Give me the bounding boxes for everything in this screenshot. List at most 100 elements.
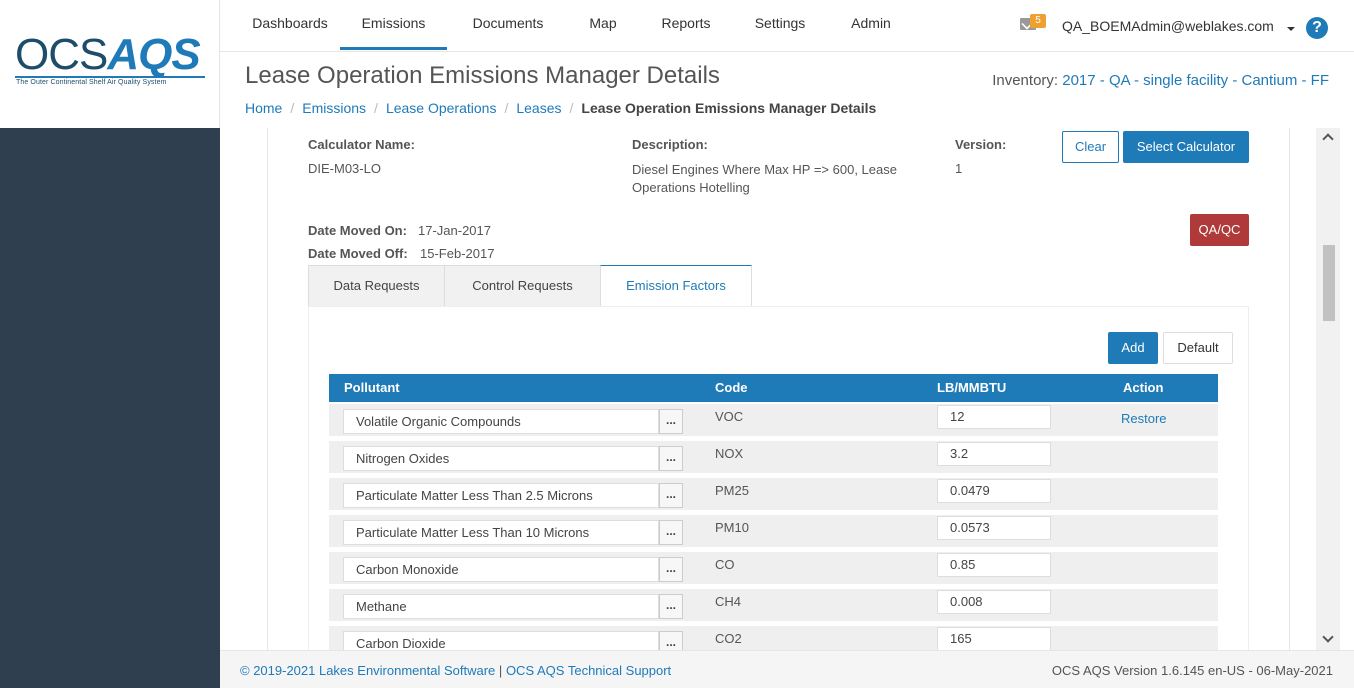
breadcrumb-separator: / [569, 100, 574, 116]
pollutant-browse-button[interactable]: ... [659, 594, 683, 619]
lb-mmbtu-input[interactable]: 0.85 [937, 553, 1051, 577]
table-header: Pollutant Code LB/MMBTU Action [329, 374, 1218, 402]
logo-divider [15, 76, 205, 78]
restore-link[interactable]: Restore [1121, 411, 1167, 426]
vertical-scrollbar[interactable] [1316, 128, 1340, 650]
breadcrumb-emissions[interactable]: Emissions [302, 100, 366, 116]
tab-control-requests[interactable]: Control Requests [444, 265, 601, 306]
logo: OCSAQS [15, 30, 201, 79]
footer-separator: | [498, 663, 503, 678]
lb-mmbtu-input[interactable]: 12 [937, 405, 1051, 429]
page-title: Lease Operation Emissions Manager Detail… [245, 62, 720, 89]
copyright-link[interactable]: © 2019-2021 Lakes Environmental Software [240, 663, 495, 678]
pollutant-browse-button[interactable]: ... [659, 483, 683, 508]
pollutant-field[interactable]: Nitrogen Oxides [343, 446, 659, 471]
calculator-name-value: DIE-M03-LO [308, 161, 381, 176]
help-icon[interactable]: ? [1306, 17, 1328, 39]
logo-subtitle: The Outer Continental Shelf Air Quality … [16, 79, 167, 86]
table-row: Carbon Monoxide ... CO 0.85 [329, 552, 1218, 584]
pollutant-code: CO2 [715, 631, 742, 646]
breadcrumb-leases[interactable]: Leases [516, 100, 561, 116]
calculator-name-label: Calculator Name: [308, 137, 415, 152]
scroll-down-icon[interactable] [1322, 631, 1334, 643]
qaqc-button[interactable]: QA/QC [1190, 214, 1249, 246]
date-moved-off-value: 15-Feb-2017 [420, 246, 495, 261]
column-header-pollutant: Pollutant [344, 380, 400, 395]
lb-mmbtu-input[interactable]: 165 [937, 627, 1051, 650]
scrollbar-thumb[interactable] [1323, 245, 1335, 321]
nav-map[interactable]: Map [570, 0, 636, 50]
pollutant-browse-button[interactable]: ... [659, 557, 683, 582]
footer: © 2019-2021 Lakes Environmental Software… [220, 650, 1354, 688]
nav-documents[interactable]: Documents [456, 0, 560, 50]
pollutant-code: CO [715, 557, 735, 572]
logo-ocs: OCS [15, 30, 108, 79]
user-menu[interactable]: QA_BOEMAdmin@weblakes.com [1062, 18, 1274, 34]
add-button[interactable]: Add [1108, 332, 1158, 364]
pollutant-code: PM10 [715, 520, 749, 535]
description-label: Description: [632, 137, 708, 152]
date-moved-on-label: Date Moved On: [308, 223, 407, 238]
pollutant-field[interactable]: Carbon Monoxide [343, 557, 659, 582]
default-button[interactable]: Default [1163, 332, 1233, 364]
technical-support-link[interactable]: OCS AQS Technical Support [506, 663, 671, 678]
nav-reports[interactable]: Reports [648, 0, 724, 50]
pollutant-field[interactable]: Methane [343, 594, 659, 619]
table-row: Particulate Matter Less Than 10 Microns … [329, 515, 1218, 547]
version-info: OCS AQS Version 1.6.145 en-US - 06-May-2… [1051, 663, 1333, 678]
pollutant-field[interactable]: Carbon Dioxide [343, 631, 659, 650]
date-moved-on-value: 17-Jan-2017 [418, 223, 491, 238]
inventory-link[interactable]: 2017 - QA - single facility - Cantium - … [1062, 72, 1329, 89]
logo-area[interactable]: OCSAQS The Outer Continental Shelf Air Q… [0, 0, 220, 128]
pollutant-browse-button[interactable]: ... [659, 409, 683, 434]
tab-emission-factors[interactable]: Emission Factors [600, 265, 752, 306]
logo-aqs: AQS [107, 30, 200, 79]
column-header-code: Code [715, 380, 748, 395]
select-calculator-button[interactable]: Select Calculator [1123, 131, 1249, 163]
breadcrumb-lease-operations[interactable]: Lease Operations [386, 100, 497, 116]
lb-mmbtu-input[interactable]: 0.0573 [937, 516, 1051, 540]
scroll-up-icon[interactable] [1322, 133, 1334, 145]
pollutant-browse-button[interactable]: ... [659, 520, 683, 545]
pollutant-browse-button[interactable]: ... [659, 446, 683, 471]
sidebar [0, 128, 220, 688]
pollutant-code: VOC [715, 409, 744, 424]
mail-count-badge: 5 [1030, 14, 1046, 28]
emission-factors-pane: Add Default Pollutant Code LB/MMBTU Acti… [308, 306, 1249, 650]
content-scroll-area[interactable]: Calculator Name: DIE-M03-LO Description:… [245, 128, 1316, 650]
pollutant-code: PM25 [715, 483, 749, 498]
version-value: 1 [955, 161, 963, 176]
clear-button[interactable]: Clear [1062, 131, 1119, 163]
inventory-indicator: Inventory: 2017 - QA - single facility -… [992, 72, 1329, 89]
pollutant-field[interactable]: Particulate Matter Less Than 10 Microns [343, 520, 659, 545]
breadcrumb-home[interactable]: Home [245, 100, 282, 116]
version-label: Version: [955, 137, 1007, 152]
column-header-action: Action [1123, 380, 1164, 395]
chevron-down-icon[interactable] [1287, 27, 1295, 31]
nav-dashboards[interactable]: Dashboards [234, 0, 346, 50]
breadcrumb-separator: / [504, 100, 509, 116]
pollutant-code: CH4 [715, 594, 742, 609]
tab-data-requests[interactable]: Data Requests [308, 265, 445, 306]
breadcrumb-separator: / [374, 100, 378, 116]
column-header-lb-mmbtu: LB/MMBTU [937, 380, 1007, 395]
table-row: Particulate Matter Less Than 2.5 Microns… [329, 478, 1218, 510]
lb-mmbtu-input[interactable]: 3.2 [937, 442, 1051, 466]
footer-left: © 2019-2021 Lakes Environmental Software… [240, 663, 671, 678]
breadcrumb-separator: / [290, 100, 295, 116]
pollutant-field[interactable]: Volatile Organic Compounds [343, 409, 659, 434]
lb-mmbtu-input[interactable]: 0.008 [937, 590, 1051, 614]
pollutant-browse-button[interactable]: ... [659, 631, 683, 650]
table-row: Methane ... CH4 0.008 [329, 589, 1218, 621]
description-value: Diesel Engines Where Max HP => 600, Leas… [632, 162, 897, 195]
details-panel: Calculator Name: DIE-M03-LO Description:… [267, 128, 1290, 650]
nav-emissions[interactable]: Emissions [340, 0, 447, 50]
nav-settings[interactable]: Settings [742, 0, 818, 50]
pollutant-field[interactable]: Particulate Matter Less Than 2.5 Microns [343, 483, 659, 508]
table-row: Carbon Dioxide ... CO2 165 [329, 626, 1218, 650]
breadcrumb-current: Lease Operation Emissions Manager Detail… [581, 100, 877, 116]
date-moved-off-label: Date Moved Off: [308, 246, 408, 261]
nav-admin[interactable]: Admin [836, 0, 906, 50]
lb-mmbtu-input[interactable]: 0.0479 [937, 479, 1051, 503]
top-navigation: Dashboards Emissions Documents Map Repor… [220, 0, 1354, 52]
